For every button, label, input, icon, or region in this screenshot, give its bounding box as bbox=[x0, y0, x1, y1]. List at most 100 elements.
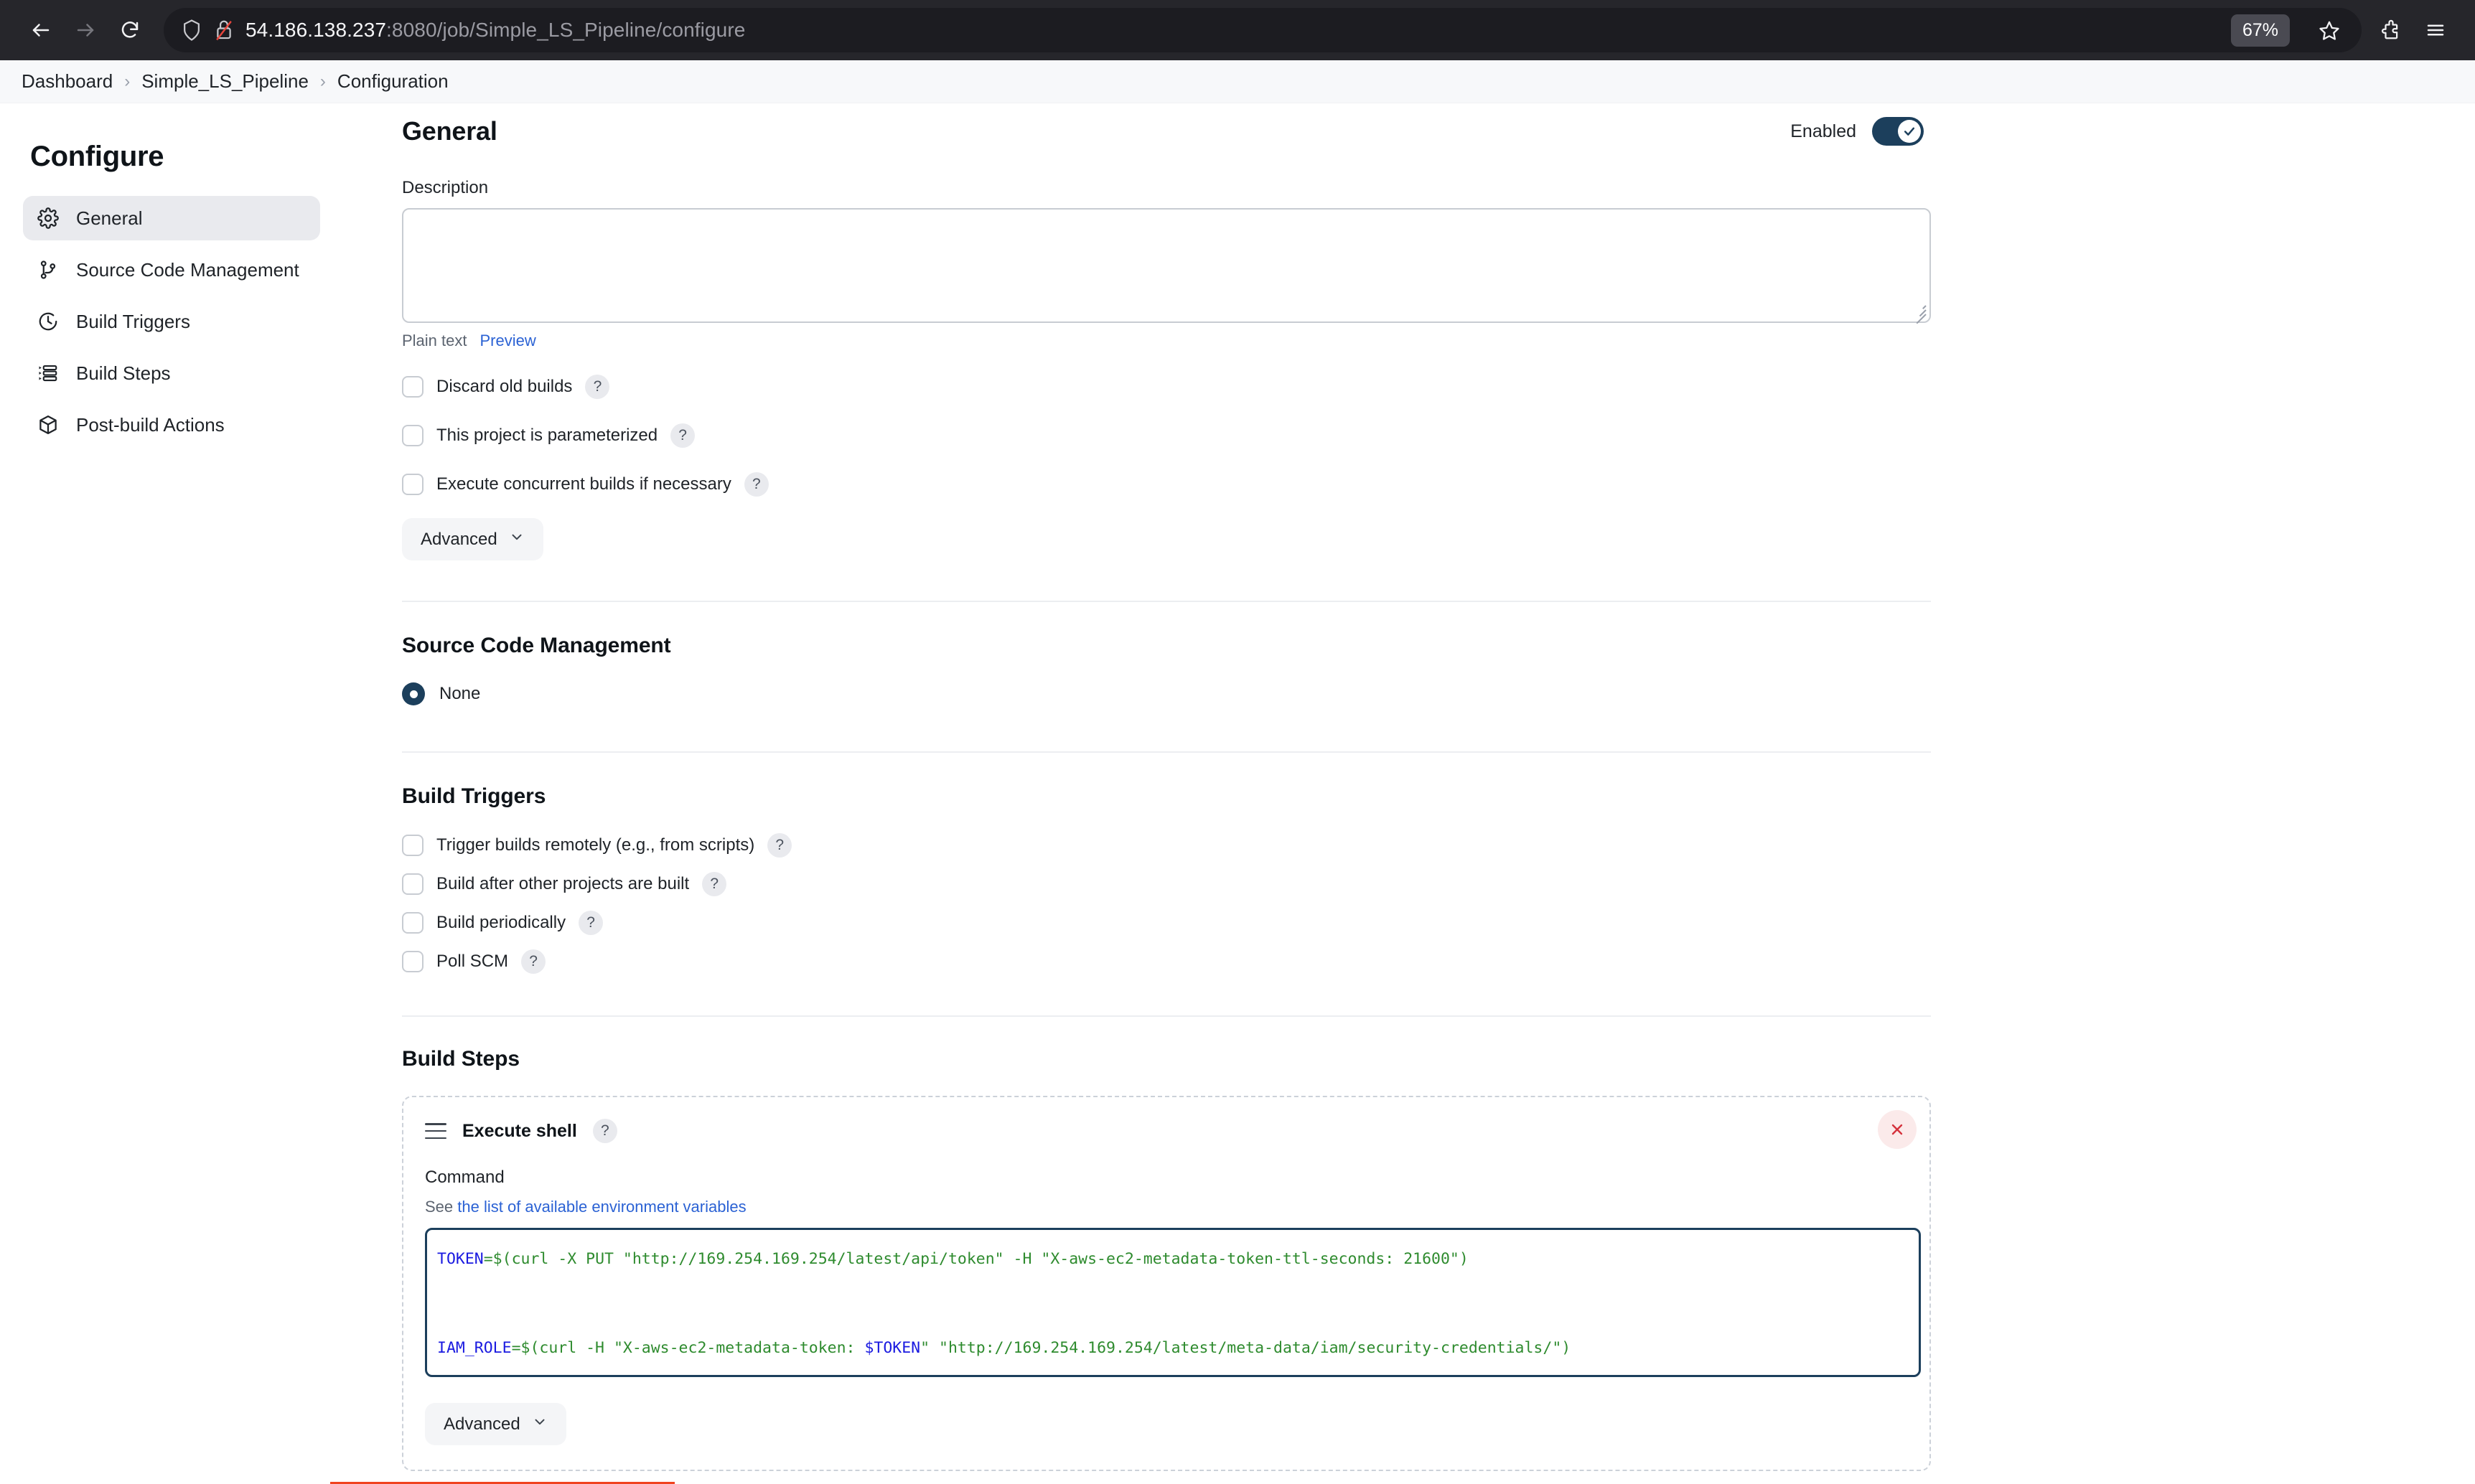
scm-heading: Source Code Management bbox=[402, 634, 1931, 658]
checkbox-label: Build after other projects are built bbox=[436, 874, 689, 894]
sidebar-item-label: Build Triggers bbox=[76, 311, 190, 333]
bookmark-button[interactable] bbox=[2307, 8, 2352, 52]
checkbox-project-parameterized[interactable]: This project is parameterized ? bbox=[402, 423, 1931, 448]
checkbox-label: Execute concurrent builds if necessary bbox=[436, 474, 731, 494]
forward-arrow-icon bbox=[75, 19, 96, 41]
checkbox-input[interactable] bbox=[402, 376, 424, 398]
help-icon[interactable]: ? bbox=[702, 872, 726, 896]
breadcrumb-item-job[interactable]: Simple_LS_Pipeline bbox=[141, 70, 309, 93]
env-prefix: See bbox=[425, 1198, 457, 1216]
build-step-advanced-button[interactable]: Advanced bbox=[425, 1403, 566, 1445]
description-textarea[interactable] bbox=[402, 208, 1931, 323]
sidebar-item-build-triggers[interactable]: Build Triggers bbox=[23, 299, 320, 344]
checkbox-label: Trigger builds remotely (e.g., from scri… bbox=[436, 835, 754, 855]
env-variables-line: See the list of available environment va… bbox=[425, 1198, 1908, 1216]
command-label: Command bbox=[425, 1168, 1908, 1188]
back-button[interactable] bbox=[19, 8, 63, 52]
divider bbox=[402, 1015, 1931, 1017]
description-label: Description bbox=[402, 178, 1931, 198]
checkbox-input[interactable] bbox=[402, 425, 424, 446]
page-title: Configure bbox=[30, 141, 320, 173]
help-icon[interactable]: ? bbox=[670, 423, 695, 448]
resize-grip-icon[interactable] bbox=[1910, 302, 1926, 318]
help-icon[interactable]: ? bbox=[593, 1119, 617, 1143]
checkbox-label: This project is parameterized bbox=[436, 426, 658, 446]
help-icon[interactable]: ? bbox=[744, 472, 769, 497]
browser-right-actions bbox=[2370, 9, 2456, 51]
checkbox-input[interactable] bbox=[402, 873, 424, 895]
sidebar-item-post-build-actions[interactable]: Post-build Actions bbox=[23, 403, 320, 447]
breadcrumb-item-configuration[interactable]: Configuration bbox=[337, 70, 449, 93]
build-step-header: Execute shell ? bbox=[425, 1119, 1908, 1143]
shield-icon[interactable] bbox=[181, 19, 202, 42]
sidebar-item-label: Source Code Management bbox=[76, 259, 299, 281]
breadcrumb-item-dashboard[interactable]: Dashboard bbox=[22, 70, 113, 93]
checkbox-trigger-builds-remotely[interactable]: Trigger builds remotely (e.g., from scri… bbox=[402, 833, 1931, 858]
git-branch-icon bbox=[36, 258, 60, 282]
drag-handle-icon[interactable] bbox=[425, 1123, 446, 1139]
breadcrumb-separator: › bbox=[124, 72, 130, 92]
code-line bbox=[437, 1282, 1909, 1326]
divider bbox=[402, 751, 1931, 753]
code-line: TOKEN=$(curl -X PUT "http://169.254.169.… bbox=[437, 1237, 1909, 1282]
plain-text-label: Plain text bbox=[402, 332, 467, 350]
general-section-header: General Enabled bbox=[402, 103, 1931, 146]
shell-command-editor[interactable]: TOKEN=$(curl -X PUT "http://169.254.169.… bbox=[425, 1228, 1921, 1377]
enabled-toggle-group: Enabled bbox=[1790, 117, 1924, 146]
checkbox-label: Build periodically bbox=[436, 913, 566, 933]
config-form: General Enabled Description bbox=[402, 103, 1931, 1484]
url-text[interactable]: 54.186.138.237:8080/job/Simple_LS_Pipeli… bbox=[245, 19, 2219, 42]
checkbox-input[interactable] bbox=[402, 835, 424, 856]
reload-icon bbox=[119, 19, 141, 41]
insecure-connection-icon[interactable] bbox=[214, 19, 234, 42]
help-icon[interactable]: ? bbox=[579, 911, 603, 935]
extensions-button[interactable] bbox=[2370, 9, 2412, 51]
triggers-heading: Build Triggers bbox=[402, 784, 1931, 809]
checkbox-label: Poll SCM bbox=[436, 952, 508, 972]
reload-button[interactable] bbox=[108, 8, 152, 52]
help-icon[interactable]: ? bbox=[585, 375, 609, 399]
main-content: General Enabled Description bbox=[337, 103, 2475, 1484]
breadcrumb: Dashboard › Simple_LS_Pipeline › Configu… bbox=[0, 60, 2475, 103]
advanced-label: Advanced bbox=[444, 1414, 520, 1434]
sidebar-item-general[interactable]: General bbox=[23, 196, 320, 240]
close-x-icon bbox=[1889, 1121, 1906, 1138]
checkbox-discard-old-builds[interactable]: Discard old builds ? bbox=[402, 375, 1931, 399]
gear-icon bbox=[36, 206, 60, 230]
toggle-knob bbox=[1898, 120, 1921, 143]
star-icon bbox=[2319, 19, 2340, 41]
sidebar-item-build-steps[interactable]: Build Steps bbox=[23, 351, 320, 395]
preview-link[interactable]: Preview bbox=[480, 332, 536, 350]
delete-build-step-button[interactable] bbox=[1878, 1110, 1917, 1149]
clock-icon bbox=[36, 309, 60, 334]
checkbox-label: Discard old builds bbox=[436, 377, 572, 397]
package-icon bbox=[36, 413, 60, 437]
checkbox-poll-scm[interactable]: Poll SCM ? bbox=[402, 949, 1931, 974]
zoom-level-indicator[interactable]: 67% bbox=[2231, 14, 2290, 47]
sidebar-item-label: Build Steps bbox=[76, 362, 171, 385]
general-advanced-button[interactable]: Advanced bbox=[402, 518, 543, 560]
checkbox-concurrent-builds[interactable]: Execute concurrent builds if necessary ? bbox=[402, 472, 1931, 497]
radio-input[interactable] bbox=[402, 682, 425, 705]
sidebar-item-source-code-management[interactable]: Source Code Management bbox=[23, 248, 320, 292]
help-icon[interactable]: ? bbox=[767, 833, 792, 858]
code-line: IAM_ROLE=$(curl -H "X-aws-ec2-metadata-t… bbox=[437, 1326, 1909, 1371]
chevron-down-icon bbox=[509, 529, 525, 550]
checkbox-build-periodically[interactable]: Build periodically ? bbox=[402, 911, 1931, 935]
help-icon[interactable]: ? bbox=[521, 949, 546, 974]
puzzle-piece-icon bbox=[2380, 19, 2402, 41]
checkbox-input[interactable] bbox=[402, 951, 424, 972]
divider bbox=[402, 601, 1931, 602]
checkbox-build-after-other-projects[interactable]: Build after other projects are built ? bbox=[402, 872, 1931, 896]
forward-button[interactable] bbox=[63, 8, 108, 52]
env-variables-link[interactable]: the list of available environment variab… bbox=[457, 1198, 746, 1216]
checkbox-input[interactable] bbox=[402, 474, 424, 495]
check-icon bbox=[1902, 124, 1917, 138]
address-bar[interactable]: 54.186.138.237:8080/job/Simple_LS_Pipeli… bbox=[164, 8, 2362, 52]
browser-menu-button[interactable] bbox=[2415, 9, 2456, 51]
scm-option-none[interactable]: None bbox=[402, 682, 1931, 705]
checkbox-input[interactable] bbox=[402, 912, 424, 934]
radio-label: None bbox=[439, 684, 480, 704]
enabled-toggle[interactable] bbox=[1872, 117, 1924, 146]
list-icon bbox=[36, 361, 60, 385]
